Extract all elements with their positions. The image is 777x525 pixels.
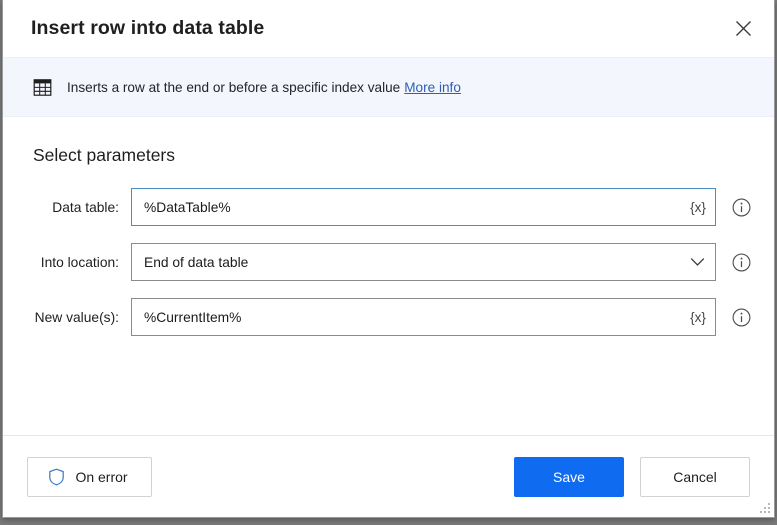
info-banner: Inserts a row at the end or before a spe… — [3, 57, 774, 117]
chevron-down-icon[interactable] — [679, 244, 715, 280]
more-info-link[interactable]: More info — [404, 80, 461, 95]
label-into-location: Into location: — [40, 254, 119, 270]
data-table-value: %DataTable% — [144, 199, 231, 215]
dialog-titlebar: Insert row into data table — [3, 0, 774, 57]
into-location-value: End of data table — [144, 254, 249, 270]
banner-description: Inserts a row at the end or before a spe… — [67, 79, 401, 95]
field-row-new-values: New value(s): %CurrentItem% {x} — [31, 298, 750, 336]
dialog-title: Insert row into data table — [31, 17, 265, 39]
insert-row-dialog: Insert row into data table Inserts a row… — [2, 0, 775, 518]
variable-braces-icon[interactable]: {x} — [681, 299, 715, 335]
dialog-footer: On error Save Cancel — [3, 435, 774, 517]
new-values-input[interactable]: %CurrentItem% {x} — [131, 298, 716, 336]
info-circle-icon[interactable] — [730, 251, 752, 273]
shield-icon — [47, 468, 65, 486]
data-table-input[interactable]: %DataTable% {x} — [131, 188, 716, 226]
cancel-button[interactable]: Cancel — [640, 456, 750, 497]
new-values-value: %CurrentItem% — [144, 309, 242, 325]
save-button[interactable]: Save — [514, 456, 624, 497]
table-grid-icon — [31, 76, 53, 98]
close-icon[interactable] — [720, 6, 766, 52]
page-title: Select parameters — [33, 145, 176, 165]
field-row-data-table: Data table: %DataTable% {x} — [31, 188, 750, 226]
label-new-values: New value(s): — [34, 309, 119, 325]
on-error-label: On error — [75, 468, 128, 485]
info-circle-icon[interactable] — [730, 196, 752, 218]
label-data-table: Data table: — [52, 199, 119, 215]
dialog-body: Select parameters Data table: %DataTable… — [3, 117, 774, 435]
resize-grip-icon[interactable] — [759, 502, 771, 514]
field-row-into-location: Into location: End of data table — [31, 243, 750, 281]
info-circle-icon[interactable] — [730, 306, 752, 328]
variable-braces-icon[interactable]: {x} — [681, 189, 715, 225]
into-location-dropdown[interactable]: End of data table — [131, 243, 716, 281]
on-error-button[interactable]: On error — [27, 456, 152, 497]
